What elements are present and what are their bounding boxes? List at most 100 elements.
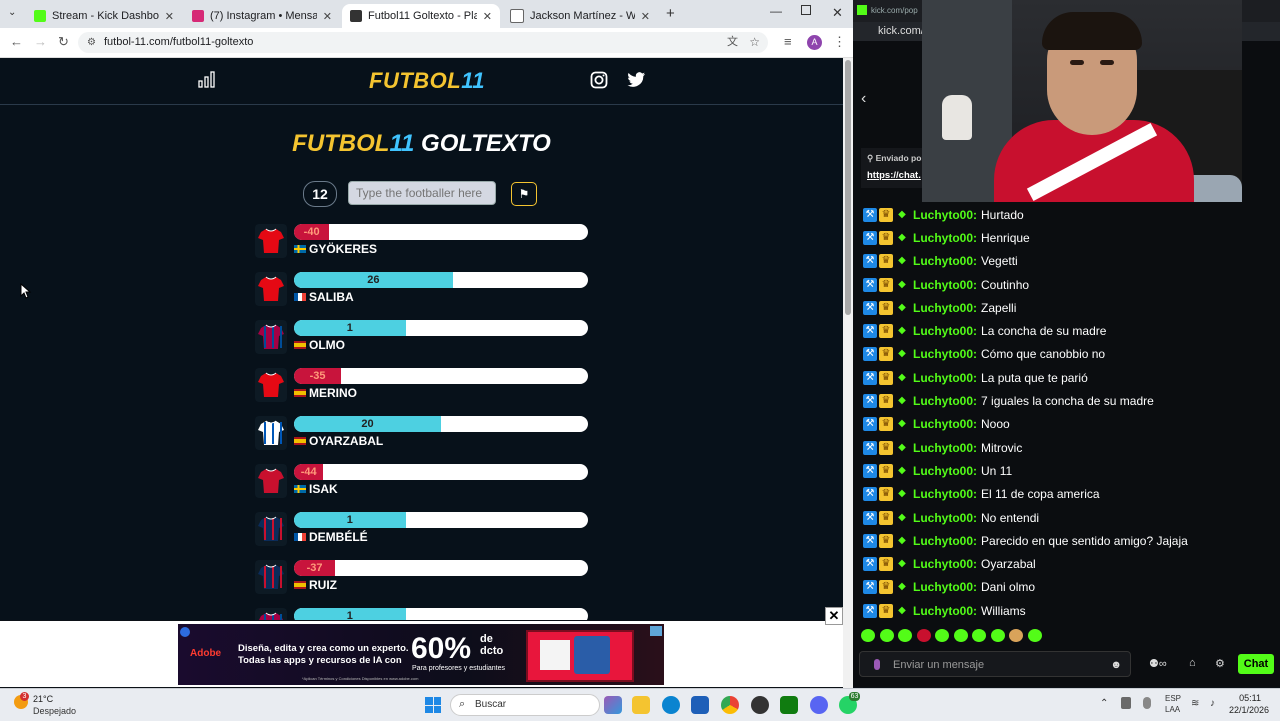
- chat-username[interactable]: Luchyto00:: [913, 278, 977, 292]
- menu-icon[interactable]: ⋮: [833, 34, 846, 50]
- close-window-icon[interactable]: ✕: [832, 5, 843, 21]
- twitter-icon[interactable]: [627, 72, 646, 88]
- emote-icon[interactable]: [916, 629, 931, 642]
- close-icon[interactable]: ✕: [641, 10, 650, 23]
- chat-message[interactable]: ⚒ ♛ ◆ Luchyto00: Un 11: [863, 459, 1273, 482]
- emote-icon[interactable]: [990, 629, 1005, 642]
- chat-username[interactable]: Luchyto00:: [913, 208, 977, 222]
- media-icon[interactable]: ≡: [784, 34, 792, 49]
- address-bar[interactable]: ⚙ futbol-11.com/futbol11-goltexto 文 ☆: [78, 32, 768, 53]
- site-info-icon[interactable]: ⚙: [87, 32, 96, 53]
- file-explorer-icon[interactable]: [632, 696, 650, 714]
- scrollbar-thumb[interactable]: [845, 60, 851, 315]
- chat-message[interactable]: ⚒ ♛ ◆ Luchyto00: Coutinho: [863, 273, 1273, 296]
- xbox-icon[interactable]: [780, 696, 798, 714]
- emote-icon[interactable]: [879, 629, 894, 642]
- taskbar-search[interactable]: ⌕ Buscar: [450, 694, 600, 716]
- tray-chevron-icon[interactable]: ⌃: [1100, 698, 1108, 709]
- footballer-search-input[interactable]: [348, 181, 496, 205]
- emote-icon[interactable]: [972, 629, 986, 642]
- chat-message[interactable]: ⚒ ♛ ◆ Luchyto00: Nooo: [863, 413, 1273, 436]
- close-icon[interactable]: ✕: [483, 10, 492, 23]
- tab-search-icon[interactable]: ⌄: [8, 7, 16, 18]
- instagram-icon[interactable]: [590, 71, 608, 89]
- back-chevron-icon[interactable]: ‹: [861, 90, 866, 108]
- chat-username[interactable]: Luchyto00:: [913, 301, 977, 315]
- emote-icon[interactable]: [898, 629, 912, 642]
- chat-username[interactable]: Luchyto00:: [913, 417, 977, 431]
- language-layout[interactable]: LAA: [1165, 705, 1180, 714]
- edge-icon[interactable]: [662, 696, 680, 714]
- close-icon[interactable]: ✕: [165, 10, 174, 23]
- emote-icon[interactable]: [935, 629, 949, 642]
- points-icon[interactable]: ⚉∞: [1149, 657, 1167, 670]
- chat-message[interactable]: ⚒ ♛ ◆ Luchyto00: El 11 de copa america: [863, 483, 1273, 506]
- store-icon[interactable]: ⌂: [1189, 657, 1196, 669]
- chat-message[interactable]: ⚒ ♛ ◆ Luchyto00: Hurtado: [863, 203, 1273, 226]
- chat-username[interactable]: Luchyto00:: [913, 604, 977, 618]
- pinned-link[interactable]: https://chat.: [867, 170, 921, 181]
- chat-message[interactable]: ⚒ ♛ ◆ Luchyto00: Oyarzabal: [863, 552, 1273, 575]
- emote-icon[interactable]: [861, 629, 875, 642]
- discord-icon[interactable]: [810, 696, 828, 714]
- chat-username[interactable]: Luchyto00:: [913, 371, 977, 385]
- ad-choices-icon[interactable]: [650, 626, 662, 636]
- chat-username[interactable]: Luchyto00:: [913, 324, 977, 338]
- chat-message[interactable]: ⚒ ♛ ◆ Luchyto00: 7 iguales la concha de …: [863, 389, 1273, 412]
- profile-avatar[interactable]: A: [807, 35, 822, 50]
- chat-message[interactable]: ⚒ ♛ ◆ Luchyto00: Cómo que canobbio no: [863, 343, 1273, 366]
- ad-info-icon[interactable]: [180, 627, 190, 637]
- copilot-icon[interactable]: [604, 696, 622, 714]
- chat-username[interactable]: Luchyto00:: [913, 487, 977, 501]
- close-icon[interactable]: ✕: [323, 10, 332, 23]
- chat-message[interactable]: ⚒ ♛ ◆ Luchyto00: Henrique: [863, 226, 1273, 249]
- chat-message[interactable]: ⚒ ♛ ◆ Luchyto00: Mitrovic: [863, 436, 1273, 459]
- chat-message-input[interactable]: Enviar un mensaje ☻: [859, 651, 1131, 677]
- stats-icon[interactable]: [198, 71, 216, 88]
- obs-icon[interactable]: [751, 696, 769, 714]
- give-up-flag-button[interactable]: ⚑: [511, 182, 537, 206]
- site-logo[interactable]: FUTBOL11: [369, 68, 485, 94]
- chat-username[interactable]: Luchyto00:: [913, 580, 977, 594]
- mic-tray-icon[interactable]: [1143, 697, 1151, 709]
- tab-kick-dashboard[interactable]: Stream - Kick Dashboard ✕: [26, 4, 182, 28]
- network-status-icon[interactable]: [1121, 697, 1131, 709]
- chat-username[interactable]: Luchyto00:: [913, 347, 977, 361]
- emoji-icon[interactable]: ☻: [1110, 652, 1122, 678]
- chat-username[interactable]: Luchyto00:: [913, 441, 977, 455]
- chat-username[interactable]: Luchyto00:: [913, 254, 977, 268]
- ad-close-button[interactable]: ✕: [825, 607, 843, 625]
- translate-icon[interactable]: 文: [727, 32, 738, 53]
- volume-icon[interactable]: ♪: [1210, 698, 1215, 709]
- microphone-icon[interactable]: [874, 659, 880, 670]
- emote-icon[interactable]: [953, 629, 968, 642]
- chat-message[interactable]: ⚒ ♛ ◆ Luchyto00: No entendi: [863, 506, 1273, 529]
- store-icon[interactable]: [691, 696, 709, 714]
- chat-message[interactable]: ⚒ ♛ ◆ Luchyto00: Dani olmo: [863, 576, 1273, 599]
- chat-message[interactable]: ⚒ ♛ ◆ Luchyto00: Vegetti: [863, 250, 1273, 273]
- forward-icon[interactable]: →: [34, 34, 47, 49]
- chat-username[interactable]: Luchyto00:: [913, 464, 977, 478]
- chat-username[interactable]: Luchyto00:: [913, 534, 977, 548]
- settings-icon[interactable]: ⚙: [1215, 657, 1225, 670]
- page-scrollbar[interactable]: [843, 58, 853, 688]
- wifi-icon[interactable]: ≋: [1191, 698, 1199, 709]
- chat-message[interactable]: ⚒ ♛ ◆ Luchyto00: Zapelli: [863, 296, 1273, 319]
- emote-icon[interactable]: [1027, 629, 1042, 642]
- pinned-message[interactable]: ⚲ Enviado por https://chat.: [861, 148, 925, 188]
- windows-start-icon[interactable]: [425, 697, 441, 713]
- chat-message[interactable]: ⚒ ♛ ◆ Luchyto00: Williams: [863, 599, 1273, 622]
- clock-date[interactable]: 22/1/2026: [1221, 705, 1269, 715]
- send-chat-button[interactable]: Chat: [1238, 654, 1274, 674]
- chat-message[interactable]: ⚒ ♛ ◆ Luchyto00: La concha de su madre: [863, 319, 1273, 342]
- clock-time[interactable]: 05:11: [1221, 693, 1261, 703]
- tab-instagram[interactable]: (7) Instagram • Mensajes ✕: [184, 4, 340, 28]
- chat-username[interactable]: Luchyto00:: [913, 231, 977, 245]
- emote-icon[interactable]: [1009, 629, 1023, 642]
- adobe-ad[interactable]: Adobe Diseña, edita y crea como un exper…: [178, 624, 664, 685]
- tab-wikipedia[interactable]: Jackson Martínez - Wikipedia, l ✕: [502, 4, 658, 28]
- new-tab-icon[interactable]: +: [666, 5, 675, 22]
- tab-futbol11[interactable]: Futbol11 Goltexto - Play Footb ✕: [342, 4, 500, 28]
- language-code[interactable]: ESP: [1165, 694, 1181, 703]
- chat-username[interactable]: Luchyto00:: [913, 511, 977, 525]
